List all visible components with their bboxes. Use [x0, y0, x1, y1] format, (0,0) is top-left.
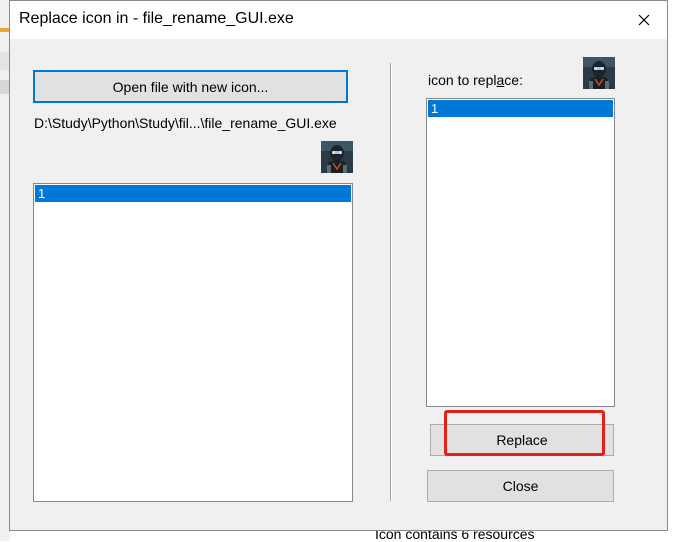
close-button[interactable]: Close — [427, 470, 614, 502]
new-icon-list[interactable]: 1 — [33, 183, 353, 502]
list-item[interactable]: 1 — [35, 185, 351, 202]
panel-separator — [390, 63, 392, 501]
list-item[interactable]: 1 — [428, 100, 613, 117]
file-path-label: D:\Study\Python\Study\fil...\file_rename… — [34, 115, 337, 131]
dialog-titlebar: Replace icon in - file_rename_GUI.exe — [10, 1, 667, 39]
icon-to-replace-label: icon to replace: — [428, 72, 523, 88]
dialog-title: Replace icon in - file_rename_GUI.exe — [19, 10, 294, 27]
robot-portrait-icon — [321, 141, 353, 173]
icon-to-replace-list[interactable]: 1 — [426, 98, 615, 407]
robot-portrait-icon — [583, 57, 615, 89]
replace-icon-dialog: Replace icon in - file_rename_GUI.exe Op… — [9, 0, 668, 531]
close-icon[interactable] — [621, 1, 667, 39]
replace-button[interactable]: Replace — [430, 424, 614, 456]
open-file-button[interactable]: Open file with new icon... — [33, 70, 348, 103]
